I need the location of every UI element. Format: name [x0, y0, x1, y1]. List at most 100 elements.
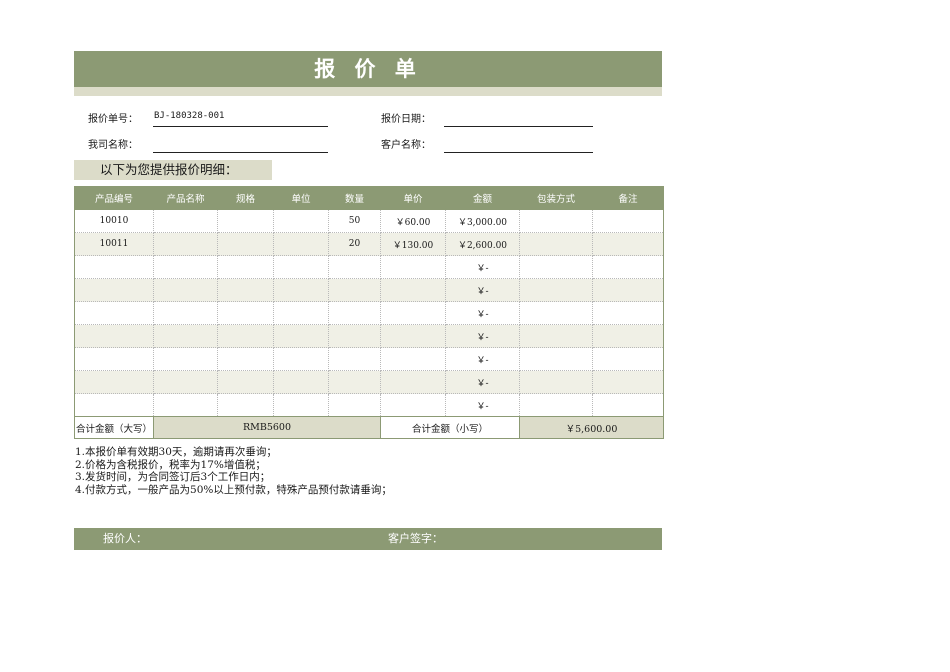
cell-packaging[interactable] — [519, 347, 593, 371]
cell-amount[interactable]: ￥- — [445, 393, 520, 417]
cell-packaging[interactable] — [519, 232, 593, 256]
cell-packaging[interactable] — [519, 209, 593, 233]
cell-quantity[interactable] — [328, 347, 381, 371]
cell-product-name[interactable] — [153, 301, 218, 325]
quoter-label: 报价人： — [103, 532, 147, 545]
cell-spec[interactable] — [217, 324, 274, 348]
cell-unit[interactable] — [273, 255, 329, 279]
cell-spec[interactable] — [217, 232, 274, 256]
cell-packaging[interactable] — [519, 370, 593, 394]
cell-product-name[interactable] — [153, 347, 218, 371]
cell-unit-price[interactable] — [380, 324, 446, 348]
cell-remarks[interactable] — [592, 370, 664, 394]
cell-product-name[interactable] — [153, 324, 218, 348]
cell-quantity[interactable] — [328, 370, 381, 394]
cell-product-code[interactable] — [74, 324, 154, 348]
cell-unit-price[interactable]: ￥130.00 — [380, 232, 446, 256]
total-lower-value[interactable]: ￥5,600.00 — [519, 416, 664, 439]
cell-packaging[interactable] — [519, 278, 593, 302]
table-row: ￥- — [74, 301, 664, 325]
cell-spec[interactable] — [217, 393, 274, 417]
cell-remarks[interactable] — [592, 324, 664, 348]
cell-product-code[interactable] — [74, 370, 154, 394]
cell-unit-price[interactable] — [380, 347, 446, 371]
cell-packaging[interactable] — [519, 393, 593, 417]
cell-unit-price[interactable] — [380, 393, 446, 417]
header-unit: 单位 — [273, 186, 329, 210]
cell-product-code[interactable]: 10010 — [74, 209, 154, 233]
cell-unit-price[interactable] — [380, 278, 446, 302]
cell-unit[interactable] — [273, 209, 329, 233]
cell-remarks[interactable] — [592, 232, 664, 256]
cell-unit[interactable] — [273, 393, 329, 417]
cell-product-code[interactable] — [74, 278, 154, 302]
cell-product-code[interactable] — [74, 255, 154, 279]
cell-remarks[interactable] — [592, 278, 664, 302]
cell-spec[interactable] — [217, 278, 274, 302]
header-remarks: 备注 — [592, 186, 664, 210]
cell-quantity[interactable]: 20 — [328, 232, 381, 256]
cell-quantity[interactable] — [328, 301, 381, 325]
cell-spec[interactable] — [217, 370, 274, 394]
cell-remarks[interactable] — [592, 393, 664, 417]
company-name-underline — [153, 152, 328, 153]
cell-product-name[interactable] — [153, 278, 218, 302]
cell-unit-price[interactable] — [380, 255, 446, 279]
cell-product-name[interactable] — [153, 209, 218, 233]
cell-amount[interactable]: ￥- — [445, 278, 520, 302]
cell-packaging[interactable] — [519, 301, 593, 325]
cell-remarks[interactable] — [592, 347, 664, 371]
cell-unit[interactable] — [273, 232, 329, 256]
cell-remarks[interactable] — [592, 209, 664, 233]
cell-packaging[interactable] — [519, 324, 593, 348]
cell-amount[interactable]: ￥2,600.00 — [445, 232, 520, 256]
total-upper-value[interactable]: RMB5600 — [153, 416, 381, 439]
cell-amount[interactable]: ￥3,000.00 — [445, 209, 520, 233]
table-row: ￥- — [74, 347, 664, 371]
cell-product-code[interactable] — [74, 347, 154, 371]
cell-amount[interactable]: ￥- — [445, 370, 520, 394]
cell-quantity[interactable]: 50 — [328, 209, 381, 233]
cell-unit[interactable] — [273, 278, 329, 302]
cell-amount[interactable]: ￥- — [445, 324, 520, 348]
cell-product-name[interactable] — [153, 393, 218, 417]
cell-unit[interactable] — [273, 324, 329, 348]
cell-remarks[interactable] — [592, 255, 664, 279]
header-spec: 规格 — [217, 186, 274, 210]
cell-product-code[interactable]: 10011 — [74, 232, 154, 256]
cell-amount[interactable]: ￥- — [445, 301, 520, 325]
page-title: 报 价 单 — [74, 51, 662, 87]
table-row: ￥- — [74, 278, 664, 302]
cell-unit-price[interactable]: ￥60.00 — [380, 209, 446, 233]
cell-packaging[interactable] — [519, 255, 593, 279]
total-upper-label: 合计金额（大写） — [74, 416, 154, 439]
cell-product-name[interactable] — [153, 232, 218, 256]
cell-spec[interactable] — [217, 347, 274, 371]
cell-spec[interactable] — [217, 209, 274, 233]
cell-unit-price[interactable] — [380, 301, 446, 325]
cell-spec[interactable] — [217, 255, 274, 279]
quote-no-value[interactable]: BJ-180328-001 — [154, 111, 224, 121]
cell-quantity[interactable] — [328, 393, 381, 417]
cell-product-name[interactable] — [153, 255, 218, 279]
cell-product-code[interactable] — [74, 301, 154, 325]
cell-spec[interactable] — [217, 301, 274, 325]
quote-table: 产品编号 产品名称 规格 单位 数量 单价 金额 包装方式 备注 10010 50… — [74, 186, 664, 439]
cell-remarks[interactable] — [592, 301, 664, 325]
cell-amount[interactable]: ￥- — [445, 255, 520, 279]
cell-product-code[interactable] — [74, 393, 154, 417]
table-row: 10010 50 ￥60.00 ￥3,000.00 — [74, 209, 664, 233]
total-row: 合计金额（大写） RMB5600 合计金额（小写） ￥5,600.00 — [74, 416, 664, 439]
cell-quantity[interactable] — [328, 278, 381, 302]
header-unit-price: 单价 — [380, 186, 446, 210]
cell-amount[interactable]: ￥- — [445, 347, 520, 371]
cell-quantity[interactable] — [328, 255, 381, 279]
cell-product-name[interactable] — [153, 370, 218, 394]
cell-unit[interactable] — [273, 347, 329, 371]
cell-quantity[interactable] — [328, 324, 381, 348]
cell-unit[interactable] — [273, 370, 329, 394]
quote-no-label: 报价单号： — [88, 114, 138, 125]
header-product-code: 产品编号 — [74, 186, 154, 210]
cell-unit-price[interactable] — [380, 370, 446, 394]
cell-unit[interactable] — [273, 301, 329, 325]
